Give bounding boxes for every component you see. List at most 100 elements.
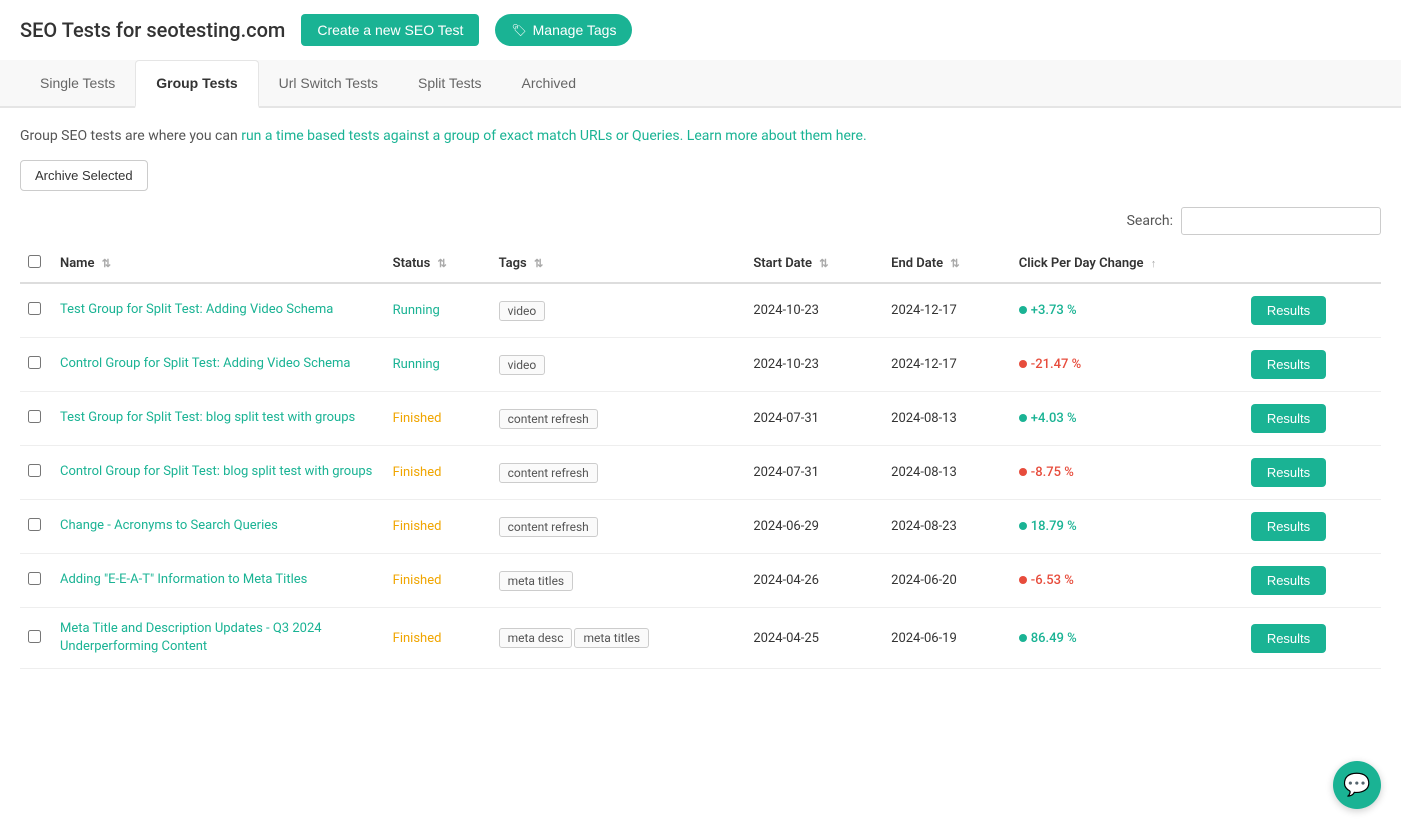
change-cell-1: -21.47 % (1011, 338, 1243, 392)
change-dot-1 (1019, 360, 1027, 368)
col-header-tags[interactable]: Tags ⇅ (491, 245, 746, 283)
search-row: Search: (20, 207, 1381, 235)
actions-cell-2: Results (1243, 392, 1381, 446)
change-cell-2: +4.03 % (1011, 392, 1243, 446)
row-checkbox-3[interactable] (28, 464, 41, 477)
tags-cell-2: content refresh (491, 392, 746, 446)
tab-split-tests[interactable]: Split Tests (398, 60, 502, 108)
row-checkbox-6[interactable] (28, 630, 41, 643)
tag-badge: meta desc (499, 628, 573, 648)
test-name-link-6[interactable]: Meta Title and Description Updates - Q3 … (60, 621, 322, 654)
table-row: Change - Acronyms to Search Queries Fini… (20, 500, 1381, 554)
test-name-link-2[interactable]: Test Group for Split Test: blog split te… (60, 410, 355, 425)
end-date-cell-6: 2024-06-19 (883, 608, 1011, 669)
actions-cell-6: Results (1243, 608, 1381, 669)
results-button-2[interactable]: Results (1251, 404, 1326, 433)
actions-cell-1: Results (1243, 338, 1381, 392)
row-checkbox-2[interactable] (28, 410, 41, 423)
status-cell-6: Finished (385, 608, 491, 669)
test-name-link-1[interactable]: Control Group for Split Test: Adding Vid… (60, 356, 350, 371)
end-date-cell-4: 2024-08-23 (883, 500, 1011, 554)
change-dot-2 (1019, 414, 1027, 422)
col-header-name[interactable]: Name ⇅ (52, 245, 385, 283)
start-date-cell-6: 2024-04-25 (745, 608, 883, 669)
tab-single-tests[interactable]: Single Tests (20, 60, 135, 108)
change-dot-6 (1019, 634, 1027, 642)
description-link-learn[interactable]: Learn more about them here. (687, 128, 867, 144)
results-button-1[interactable]: Results (1251, 350, 1326, 379)
tags-cell-1: video (491, 338, 746, 392)
results-button-6[interactable]: Results (1251, 624, 1326, 653)
results-button-4[interactable]: Results (1251, 512, 1326, 541)
table-row: Meta Title and Description Updates - Q3 … (20, 608, 1381, 669)
col-header-end-date[interactable]: End Date ⇅ (883, 245, 1011, 283)
end-date-cell-0: 2024-12-17 (883, 283, 1011, 338)
status-cell-0: Running (385, 283, 491, 338)
results-button-5[interactable]: Results (1251, 566, 1326, 595)
description-link-run[interactable]: run a time based tests against a group o… (241, 128, 683, 144)
col-header-click-change[interactable]: Click Per Day Change ↑ (1011, 245, 1243, 283)
table-row: Control Group for Split Test: blog split… (20, 446, 1381, 500)
sort-icon-click-change: ↑ (1151, 257, 1157, 270)
create-seo-test-button[interactable]: Create a new SEO Test (301, 14, 479, 46)
row-checkbox-4[interactable] (28, 518, 41, 531)
results-button-0[interactable]: Results (1251, 296, 1326, 325)
tab-url-switch-tests[interactable]: Url Switch Tests (259, 60, 398, 108)
tab-group-tests[interactable]: Group Tests (135, 60, 258, 108)
main-content: Group SEO tests are where you can run a … (0, 108, 1401, 689)
start-date-cell-2: 2024-07-31 (745, 392, 883, 446)
manage-tags-button[interactable]: 🏷 Manage Tags (495, 14, 632, 46)
status-cell-5: Finished (385, 554, 491, 608)
row-checkbox-1[interactable] (28, 356, 41, 369)
actions-cell-3: Results (1243, 446, 1381, 500)
description-text-before: Group SEO tests are where you can (20, 128, 241, 144)
test-name-link-3[interactable]: Control Group for Split Test: blog split… (60, 464, 372, 479)
change-cell-6: 86.49 % (1011, 608, 1243, 669)
tags-cell-4: content refresh (491, 500, 746, 554)
sort-icon-end-date: ⇅ (950, 257, 959, 270)
page-header: SEO Tests for seotesting.com Create a ne… (0, 0, 1401, 60)
test-name-link-0[interactable]: Test Group for Split Test: Adding Video … (60, 302, 333, 317)
col-header-status[interactable]: Status ⇅ (385, 245, 491, 283)
chat-bubble-button[interactable]: 💬 (1333, 761, 1381, 809)
actions-cell-4: Results (1243, 500, 1381, 554)
test-name-link-5[interactable]: Adding "E-E-A-T" Information to Meta Tit… (60, 572, 307, 587)
tag-badge: content refresh (499, 409, 598, 429)
archive-selected-button[interactable]: Archive Selected (20, 160, 148, 191)
change-cell-3: -8.75 % (1011, 446, 1243, 500)
col-header-start-date[interactable]: Start Date ⇅ (745, 245, 883, 283)
tests-table: Name ⇅ Status ⇅ Tags ⇅ Start Date ⇅ End … (20, 245, 1381, 669)
sort-icon-tags: ⇅ (534, 257, 543, 270)
tags-cell-6: meta descmeta titles (491, 608, 746, 669)
tag-icon: 🏷 (511, 23, 526, 37)
end-date-cell-3: 2024-08-13 (883, 446, 1011, 500)
start-date-cell-4: 2024-06-29 (745, 500, 883, 554)
tab-bar: Single Tests Group Tests Url Switch Test… (0, 60, 1401, 108)
select-all-checkbox[interactable] (28, 255, 41, 268)
tags-cell-0: video (491, 283, 746, 338)
table-header-row: Name ⇅ Status ⇅ Tags ⇅ Start Date ⇅ End … (20, 245, 1381, 283)
manage-tags-label: Manage Tags (533, 22, 617, 38)
sort-icon-name: ⇅ (102, 257, 111, 270)
table-row: Test Group for Split Test: blog split te… (20, 392, 1381, 446)
start-date-cell-0: 2024-10-23 (745, 283, 883, 338)
tag-badge: content refresh (499, 517, 598, 537)
change-dot-4 (1019, 522, 1027, 530)
tags-cell-3: content refresh (491, 446, 746, 500)
page-description: Group SEO tests are where you can run a … (20, 128, 1381, 144)
results-button-3[interactable]: Results (1251, 458, 1326, 487)
status-cell-4: Finished (385, 500, 491, 554)
actions-cell-5: Results (1243, 554, 1381, 608)
page-title: SEO Tests for seotesting.com (20, 18, 285, 42)
start-date-cell-3: 2024-07-31 (745, 446, 883, 500)
actions-cell-0: Results (1243, 283, 1381, 338)
row-checkbox-5[interactable] (28, 572, 41, 585)
tags-cell-5: meta titles (491, 554, 746, 608)
row-checkbox-0[interactable] (28, 302, 41, 315)
change-cell-0: +3.73 % (1011, 283, 1243, 338)
search-input[interactable] (1181, 207, 1381, 235)
tag-badge: content refresh (499, 463, 598, 483)
tab-archived[interactable]: Archived (502, 60, 596, 108)
table-row: Control Group for Split Test: Adding Vid… (20, 338, 1381, 392)
test-name-link-4[interactable]: Change - Acronyms to Search Queries (60, 518, 278, 533)
